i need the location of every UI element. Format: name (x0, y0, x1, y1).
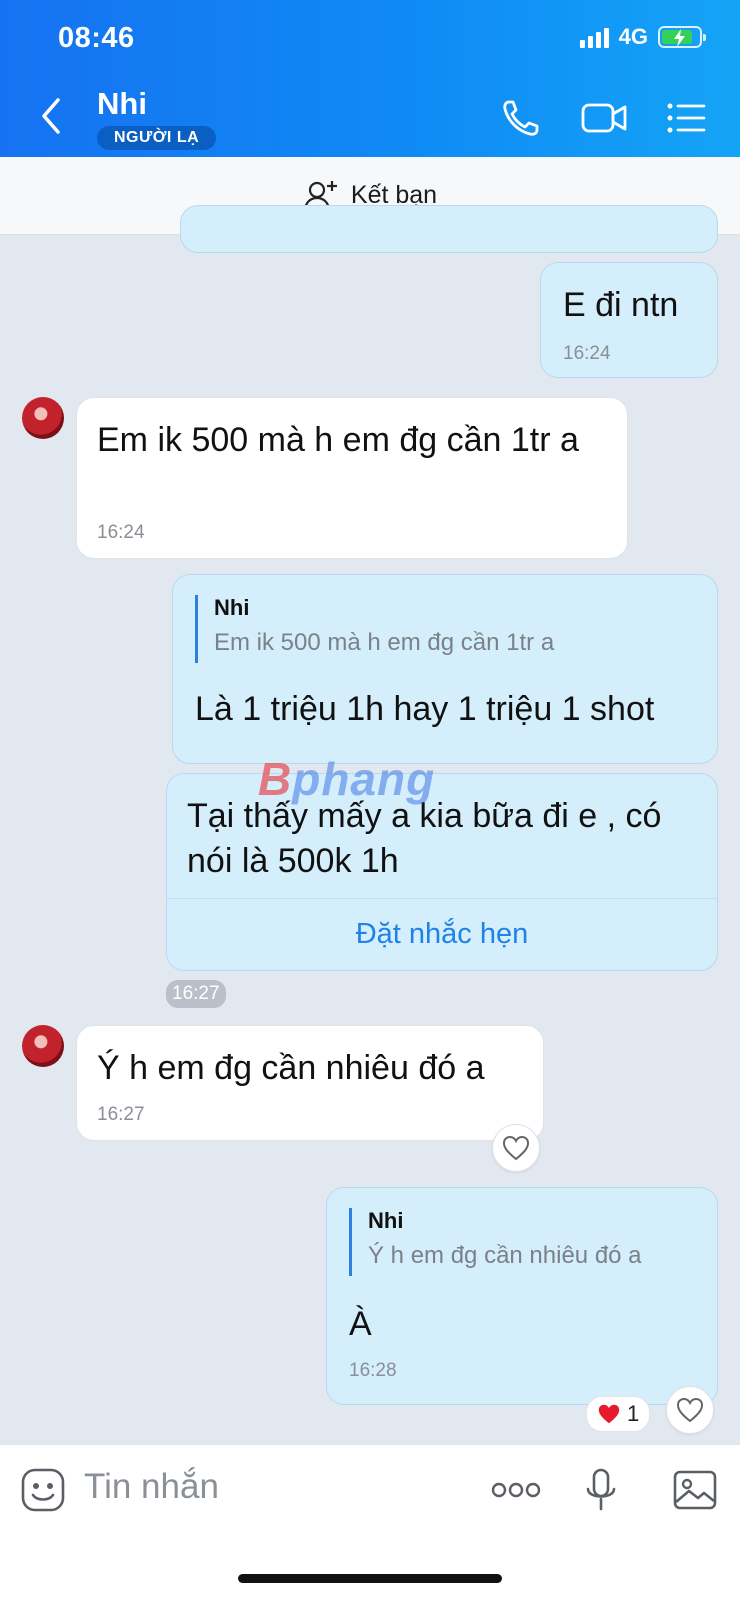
quote-text: Ý h em đg cần nhiêu đó a (368, 1242, 642, 1269)
home-indicator (238, 1574, 502, 1583)
mic-icon[interactable] (578, 1467, 624, 1513)
status-time: 08:46 (58, 22, 135, 54)
set-reminder-button[interactable]: Đặt nhắc hẹn (167, 898, 717, 970)
avatar[interactable] (22, 1025, 64, 1067)
message-text: Em ik 500 mà h em đg cần 1tr a (97, 421, 579, 459)
menu-icon[interactable] (664, 96, 708, 140)
react-heart-button[interactable] (666, 1386, 714, 1434)
message-bubble-incoming[interactable]: Ý h em đg cần nhiêu đó a 16:27 (76, 1025, 544, 1141)
quote-text: Em ik 500 mà h em đg cần 1tr a (214, 629, 555, 656)
message-time: 16:28 (349, 1360, 397, 1381)
battery-icon (658, 26, 706, 48)
message-time: 16:27 (97, 1104, 145, 1125)
image-icon[interactable] (672, 1467, 718, 1513)
message-bubble-incoming[interactable]: Em ik 500 mà h em đg cần 1tr a 16:24 (76, 397, 628, 559)
heart-icon (502, 1135, 530, 1161)
message-bubble-outgoing[interactable]: E đi ntn 16:24 (540, 262, 718, 378)
network-label: 4G (618, 24, 648, 49)
reaction-count: 1 (627, 1401, 640, 1426)
message-input[interactable]: Tin nhắn (84, 1467, 219, 1507)
message-bubble-outgoing-reply[interactable]: Nhi Em ik 500 mà h em đg cần 1tr a Là 1 … (172, 574, 718, 764)
stranger-badge: NGƯỜI LẠ (97, 126, 217, 150)
heart-icon (676, 1397, 704, 1423)
signal-icon (579, 26, 609, 48)
heart-icon (598, 1404, 620, 1424)
react-heart-button[interactable] (492, 1124, 540, 1172)
watermark: Bphang (258, 753, 436, 805)
message-bubble-outgoing-reply[interactable]: Nhi Ý h em đg cần nhiêu đó a À 16:28 (326, 1187, 718, 1405)
message-bubble-outgoing[interactable]: Tại thấy mấy a kia bữa đi e , có nói là … (166, 773, 718, 971)
emoji-icon[interactable] (20, 1467, 66, 1513)
message-text: Ý h em đg cần nhiêu đó a (97, 1049, 485, 1087)
quote-author: Nhi (368, 1208, 404, 1233)
more-icon[interactable] (490, 1467, 542, 1513)
quoted-message[interactable]: Nhi Em ik 500 mà h em đg cần 1tr a (195, 595, 554, 663)
message-bubble-partial[interactable] (180, 205, 718, 253)
avatar[interactable] (22, 397, 64, 439)
message-time: 16:24 (97, 522, 145, 543)
status-indicators: 4G (579, 24, 706, 50)
quoted-message[interactable]: Nhi Ý h em đg cần nhiêu đó a (349, 1208, 642, 1276)
message-text: E đi ntn (563, 286, 679, 324)
video-icon[interactable] (580, 96, 628, 140)
quote-author: Nhi (214, 595, 250, 620)
message-time: 16:24 (563, 343, 611, 364)
message-time: 16:27 (166, 980, 226, 1008)
phone-icon[interactable] (499, 96, 543, 140)
message-text: Là 1 triệu 1h hay 1 triệu 1 shot (195, 690, 655, 728)
chat-header: 08:46 4G Nhi NGƯỜI LẠ (0, 0, 740, 157)
message-text: À (349, 1305, 372, 1343)
back-icon[interactable] (36, 96, 66, 136)
message-text: Tại thấy mấy a kia bữa đi e , có nói là … (187, 797, 662, 880)
contact-name[interactable]: Nhi (97, 86, 147, 122)
reaction-badge[interactable]: 1 (586, 1396, 651, 1432)
